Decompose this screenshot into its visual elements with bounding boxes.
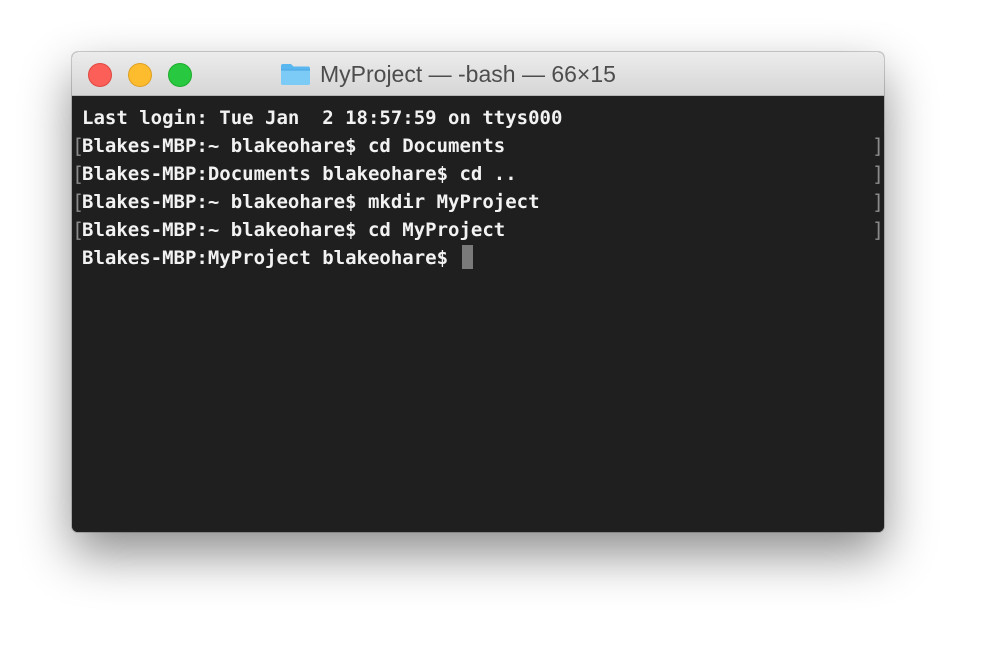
terminal-line: Blakes-MBP:~ blakeohare$ cd MyProject: [82, 219, 506, 241]
minimize-button[interactable]: [128, 63, 152, 87]
text-cursor: [461, 245, 473, 269]
mark-bracket-right: ]: [872, 134, 884, 158]
window-title-group: MyProject — -bash — 66×15: [280, 61, 616, 87]
terminal-line: Blakes-MBP:~ blakeohare$ cd Documents: [82, 135, 506, 157]
terminal-line: Blakes-MBP:Documents blakeohare$ cd ..: [82, 163, 517, 185]
folder-icon: [281, 64, 310, 85]
terminal-line: Blakes-MBP:~ blakeohare$ mkdir MyProject: [82, 191, 540, 213]
title-bar[interactable]: MyProject — -bash — 66×15: [72, 52, 884, 96]
window-title: MyProject — -bash — 66×15: [320, 60, 616, 87]
terminal-line: Last login: Tue Jan 2 18:57:59 on ttys00…: [82, 107, 563, 129]
prompt-text: Blakes-MBP:MyProject blakeohare$: [82, 247, 460, 269]
terminal-output[interactable]: Last login: Tue Jan 2 18:57:59 on ttys00…: [72, 97, 884, 532]
close-button[interactable]: [88, 63, 112, 87]
mark-bracket-right: ]: [872, 218, 884, 242]
terminal-prompt-line: Blakes-MBP:MyProject blakeohare$: [82, 244, 473, 272]
terminal-window: MyProject — -bash — 66×15 Last login: Tu…: [72, 52, 884, 532]
mark-bracket-right: ]: [872, 190, 884, 214]
zoom-button[interactable]: [168, 63, 192, 87]
mark-bracket-right: ]: [872, 162, 884, 186]
